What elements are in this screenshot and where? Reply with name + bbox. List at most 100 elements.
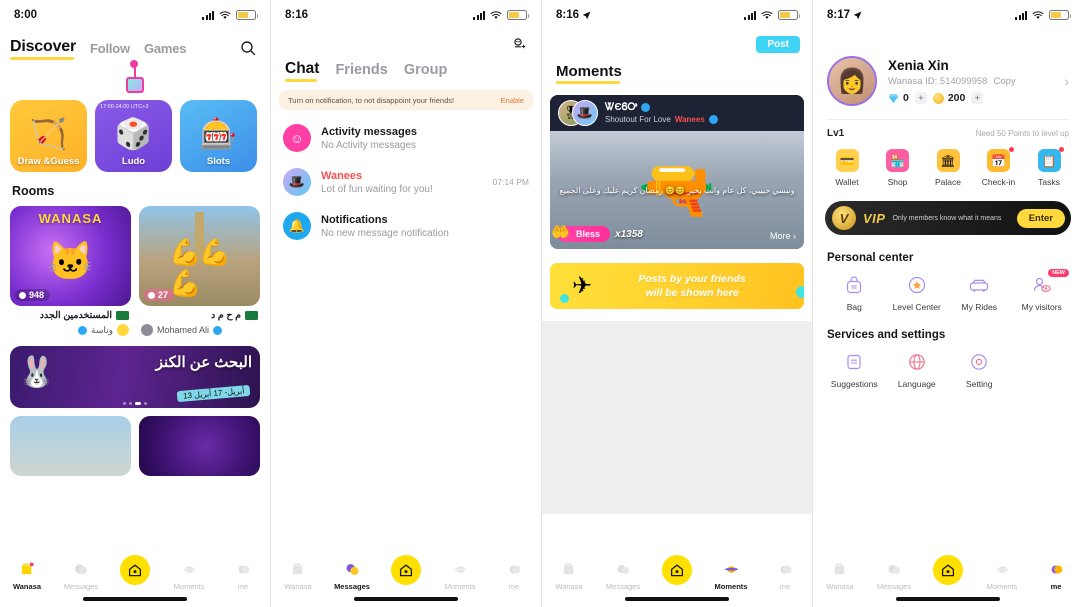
check-in-icon: 📅 — [987, 149, 1010, 172]
room-user: وناسة — [91, 324, 113, 335]
moments-feed-empty-area — [542, 321, 812, 514]
nav-item-home[interactable] — [921, 555, 975, 588]
nav-item-wanasa[interactable]: Wanasa — [271, 559, 325, 591]
nav-item-messages[interactable]: Messages — [867, 559, 921, 591]
phone-panel-discover: 8:00 Discover Follow Games 🏹 Draw &Guess… — [0, 0, 270, 607]
rooms-title: Rooms — [12, 184, 55, 198]
home-indicator — [83, 597, 187, 601]
nav-item-me[interactable]: me — [487, 559, 541, 591]
home-button[interactable] — [662, 555, 692, 585]
moment-post-card[interactable]: 🎖 🎩 ᏔЄᏮᎤ Shoutout For Love Wanees 🔫 ونبس… — [550, 95, 804, 249]
nav-item-moments[interactable]: Moments — [162, 559, 216, 591]
home-icon — [670, 564, 684, 576]
profile-body: Xenia Xin Wanasa ID: 514099958 Copy 0 + … — [888, 58, 1053, 104]
carousel-dots[interactable] — [123, 402, 147, 405]
quick-action-checkin[interactable]: 📅 Check-in — [977, 147, 1021, 187]
nav-item-home[interactable] — [379, 555, 433, 588]
home-button[interactable] — [391, 555, 421, 585]
room-meta: م ح م د Mohamed Ali — [139, 306, 260, 336]
game-card-draw-guess[interactable]: 🏹 Draw &Guess — [10, 100, 87, 172]
enable-notifications-button[interactable]: Enable — [501, 96, 524, 105]
quick-action-shop[interactable]: 🏪 Shop — [876, 149, 920, 187]
tab-follow[interactable]: Follow — [90, 41, 130, 56]
personal-center-item-level-center[interactable]: Level Center — [886, 274, 949, 312]
treasure-hunt-promo-banner[interactable]: 🐰 البحث عن الكنز 13 أبريل- 17 أبريل — [10, 346, 260, 408]
nav-label: Messages — [605, 582, 641, 591]
visitors-eye-icon — [1031, 274, 1053, 296]
profile-header[interactable]: 👩 Xenia Xin Wanasa ID: 514099958 Copy 0 … — [813, 30, 1080, 106]
quick-action-label: Palace — [935, 177, 961, 187]
level-row[interactable]: Lv1 Need 50 Points to level up — [813, 120, 1080, 139]
bless-button[interactable]: Bless — [551, 223, 611, 242]
four-phone-screenshots: 8:00 Discover Follow Games 🏹 Draw &Guess… — [0, 0, 1080, 607]
status-bar: 8:16 — [271, 0, 541, 30]
game-card-ludo[interactable]: 17:00-24:00 UTC+3 🎲 Ludo — [95, 100, 172, 172]
nav-item-me[interactable]: me — [758, 559, 812, 591]
nav-item-home[interactable] — [650, 555, 704, 588]
tab-friends[interactable]: Friends — [335, 62, 387, 78]
game-card-slots[interactable]: 🎰 Slots — [180, 100, 257, 172]
tab-games[interactable]: Games — [144, 41, 187, 56]
nav-item-wanasa[interactable]: Wanasa — [542, 559, 596, 591]
chat-item-subtitle: Lot of fun waiting for you! — [321, 183, 433, 195]
room-thumbnail[interactable]: 💪💪💪 27 — [139, 206, 260, 306]
status-time: 8:16 — [556, 9, 580, 21]
personal-center-item-my-visitors[interactable]: NEW My visitors — [1011, 269, 1074, 312]
services-item-language[interactable]: Language — [886, 351, 949, 389]
nav-item-messages[interactable]: Messages — [54, 559, 108, 591]
quick-action-wallet[interactable]: 💳 Wallet — [825, 149, 869, 187]
nav-item-moments[interactable]: Moments — [975, 559, 1029, 591]
games-row: 🏹 Draw &Guess 17:00-24:00 UTC+3 🎲 Ludo 🎰… — [0, 100, 270, 172]
signal-icon — [473, 10, 485, 20]
tab-chat[interactable]: Chat — [285, 60, 319, 82]
room-card[interactable]: 💪💪💪 27 م ح م د Mohamed Ali — [139, 206, 260, 336]
more-link[interactable]: More › — [770, 231, 796, 241]
shop-icon: 🏪 — [886, 149, 909, 172]
copy-id-button[interactable]: Copy — [993, 76, 1015, 87]
nav-item-wanasa[interactable]: Wanasa — [813, 559, 867, 591]
me-icon — [216, 559, 270, 579]
add-diamonds-button[interactable]: + — [914, 92, 927, 104]
nav-item-home[interactable] — [108, 555, 162, 588]
vip-banner[interactable]: V VIP Only members know what it means En… — [825, 201, 1071, 235]
chat-list-item[interactable]: 🎩 Wanees Lot of fun waiting for you! 07:… — [271, 160, 541, 204]
personal-center-label: My visitors — [1021, 302, 1062, 312]
add-friend-icon[interactable] — [511, 36, 527, 52]
search-icon[interactable] — [240, 40, 256, 56]
avatar[interactable]: 👩 — [827, 56, 877, 106]
post-button[interactable]: Post — [756, 36, 800, 53]
room-title-line: المستخدمين الجدد — [12, 310, 129, 321]
chat-list-item[interactable]: 🔔 Notifications No new message notificat… — [271, 204, 541, 248]
nav-item-moments[interactable]: Moments — [433, 559, 487, 591]
promo-pin-banner[interactable] — [0, 56, 270, 100]
room-thumbnail[interactable]: WANASA 🐱 948 — [10, 206, 131, 306]
tab-group[interactable]: Group — [404, 62, 448, 78]
vip-enter-button[interactable]: Enter — [1016, 208, 1065, 228]
services-item-suggestions[interactable]: Suggestions — [823, 351, 886, 389]
quick-action-palace[interactable]: 🏛 Palace — [926, 149, 970, 187]
moment-post-image[interactable]: 🔫 ونبسي حبيبي، كل عام وانت بخير 😊😊 رمضان… — [550, 131, 804, 249]
services-item-setting[interactable]: Setting — [948, 351, 1011, 389]
wifi-icon — [761, 10, 773, 19]
avatar — [117, 324, 129, 336]
personal-center-item-my-rides[interactable]: My Rides — [948, 274, 1011, 312]
nav-item-me[interactable]: me — [1029, 559, 1080, 591]
tab-discover[interactable]: Discover — [10, 38, 76, 60]
add-coins-button[interactable]: + — [971, 92, 984, 104]
nav-item-messages[interactable]: Messages — [325, 559, 379, 591]
personal-center-item-bag[interactable]: Bag — [823, 274, 886, 312]
room-card[interactable] — [10, 416, 131, 476]
nav-label: Wanasa — [555, 582, 583, 591]
home-button[interactable] — [120, 555, 150, 585]
home-button[interactable] — [933, 555, 963, 585]
chevron-right-icon[interactable]: › — [1064, 73, 1069, 89]
room-card[interactable] — [139, 416, 260, 476]
nav-item-moments[interactable]: Moments — [704, 559, 758, 591]
quick-action-tasks[interactable]: 📋 Tasks — [1027, 147, 1071, 187]
nav-item-messages[interactable]: Messages — [596, 559, 650, 591]
room-card[interactable]: WANASA 🐱 948 المستخدمين الجدد وناسة — [10, 206, 131, 336]
chat-list-item[interactable]: ☺ Activity messages No Activity messages — [271, 116, 541, 160]
wifi-icon — [219, 10, 231, 19]
nav-item-me[interactable]: me — [216, 559, 270, 591]
nav-item-wanasa[interactable]: Wanasa — [0, 559, 54, 591]
